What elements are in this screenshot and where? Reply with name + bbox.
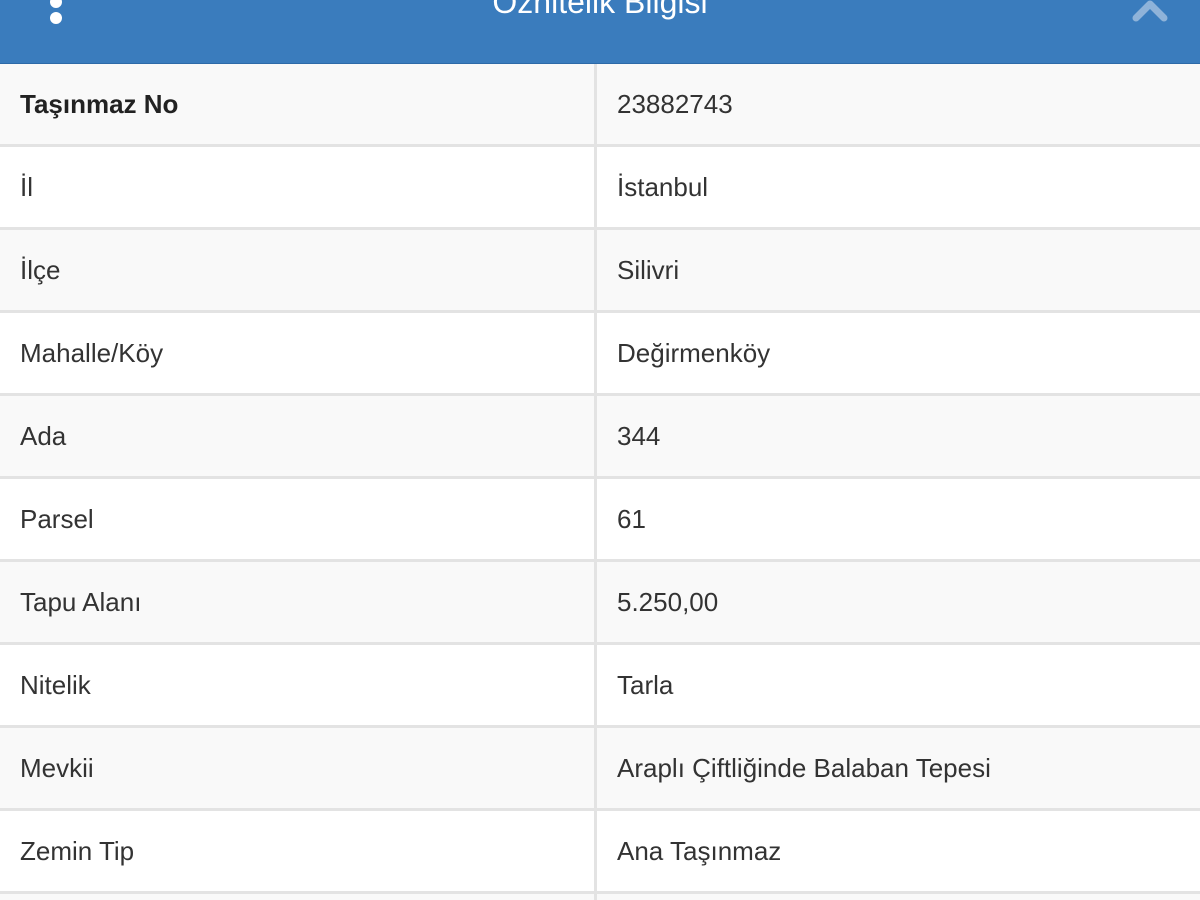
- attribute-key: Tapu Alanı: [0, 562, 597, 642]
- table-row: Parsel 61: [0, 479, 1200, 562]
- attribute-key: Mevkii: [0, 728, 597, 808]
- attribute-value: Araplı Çiftliğinde Balaban Tepesi: [617, 752, 991, 783]
- attribute-value: Tarla: [617, 669, 674, 700]
- attribute-value-empty: [597, 894, 1200, 900]
- table-row: Zemin Tip Ana Taşınmaz: [0, 811, 1200, 894]
- table-row: İl İstanbul: [0, 147, 1200, 230]
- attribute-table: Taşınmaz No 23882743 İl İstanbul İlçe Si…: [0, 64, 1200, 900]
- attribute-key: Nitelik: [0, 645, 597, 725]
- attribute-key: Taşınmaz No: [0, 64, 597, 144]
- panel-header: Öznitelik Bilgisi: [0, 0, 1200, 64]
- table-row: Ada 344: [0, 396, 1200, 479]
- attribute-value: 344: [617, 420, 661, 451]
- table-row: Taşınmaz No 23882743: [0, 64, 1200, 147]
- attribute-key: İl: [0, 147, 597, 227]
- attribute-value: 23882743: [617, 88, 733, 119]
- attribute-key-empty: [0, 894, 597, 900]
- table-row: Tapu Alanı 5.250,00: [0, 562, 1200, 645]
- table-row: Mahalle/Köy Değirmenköy: [0, 313, 1200, 396]
- attribute-value: Silivri: [617, 254, 680, 285]
- chevron-up-icon[interactable]: [1130, 0, 1170, 22]
- table-row: Mevkii Araplı Çiftliğinde Balaban Tepesi: [0, 728, 1200, 811]
- table-row: İlçe Silivri: [0, 230, 1200, 313]
- attribute-value: 5.250,00: [617, 586, 719, 617]
- attribute-key: Ada: [0, 396, 597, 476]
- panel-title: Öznitelik Bilgisi: [492, 0, 708, 20]
- attribute-key: Parsel: [0, 479, 597, 559]
- attribute-key: Mahalle/Köy: [0, 313, 597, 393]
- attribute-value: İstanbul: [617, 171, 709, 202]
- attribute-info-panel: Öznitelik Bilgisi Taşınmaz No 23882743 İ…: [0, 0, 1200, 900]
- table-row-partial: [0, 894, 1200, 900]
- attribute-value: Ana Taşınmaz: [617, 835, 782, 866]
- attribute-key: Zemin Tip: [0, 811, 597, 891]
- attribute-value: 61: [617, 503, 646, 534]
- attribute-value: Değirmenköy: [617, 337, 771, 368]
- attribute-key: İlçe: [0, 230, 597, 310]
- table-row: Nitelik Tarla: [0, 645, 1200, 728]
